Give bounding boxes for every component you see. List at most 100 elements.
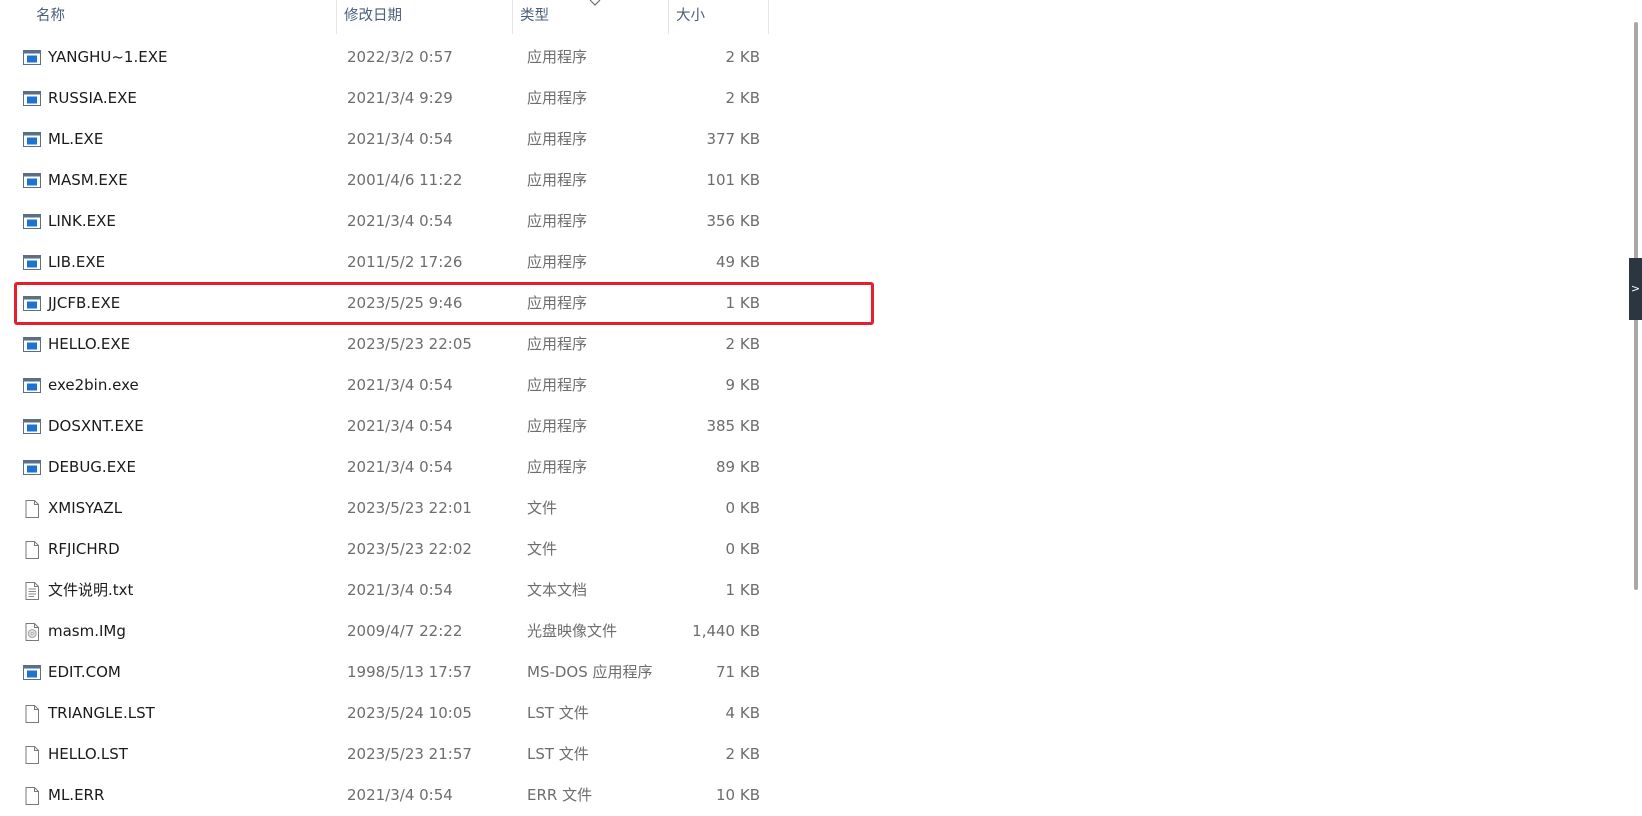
file-size: 2 KB [725,745,760,763]
file-size: 4 KB [725,704,760,722]
file-name[interactable]: exe2bin.exe [48,365,139,406]
file-row[interactable]: HELLO.LST 2023/5/23 21:57 LST 文件 2 KB [0,734,800,775]
application-icon [22,335,42,355]
file-row[interactable]: RFJICHRD 2023/5/23 22:02 文件 0 KB [0,529,800,570]
column-header-size[interactable]: 大小 [668,0,768,34]
file-type: 应用程序 [527,335,588,353]
file-size: 0 KB [725,540,760,558]
file-list: YANGHU~1.EXE 2022/3/2 0:57 应用程序 2 KB RUSSIA.… [0,37,800,816]
vertical-scrollbar[interactable] [1628,0,1642,816]
file-row[interactable]: HELLO.EXE 2023/5/23 22:05 应用程序 2 KB [0,324,800,365]
file-type: 光盘映像文件 [527,622,618,640]
file-row[interactable]: RUSSIA.EXE 2021/3/4 9:29 应用程序 2 KB [0,78,800,119]
file-modified-date: 2023/5/23 22:01 [347,499,472,517]
file-size: 356 KB [706,212,760,230]
file-name[interactable]: MASM.EXE [48,160,128,201]
file-row[interactable]: masm.IMg 2009/4/7 22:22 光盘映像文件 1,440 KB [0,611,800,652]
file-size: 0 KB [725,499,760,517]
file-row[interactable]: 文件说明.txt 2021/3/4 0:54 文本文档 1 KB [0,570,800,611]
file-type: ERR 文件 [527,786,593,804]
file-modified-date: 2011/5/2 17:26 [347,253,463,271]
file-modified-date: 2021/3/4 0:54 [347,417,453,435]
file-name[interactable]: XMISYAZL [48,488,122,529]
file-name[interactable]: ML.ERR [48,775,104,816]
file-modified-date: 2021/3/4 0:54 [347,786,453,804]
column-header-name[interactable]: 名称 [28,0,336,34]
file-name[interactable]: YANGHU~1.EXE [48,37,167,78]
file-icon [22,499,42,519]
file-size: 1,440 KB [692,622,760,640]
file-row[interactable]: TRIANGLE.LST 2023/5/24 10:05 LST 文件 4 KB [0,693,800,734]
file-modified-date: 2023/5/24 10:05 [347,704,472,722]
file-size: 2 KB [725,89,760,107]
application-icon [22,417,42,437]
file-type: 文件 [527,499,558,517]
file-name[interactable]: ML.EXE [48,119,103,160]
file-modified-date: 1998/5/13 17:57 [347,663,472,681]
file-modified-date: 2009/4/7 22:22 [347,622,463,640]
file-name[interactable]: RFJICHRD [48,529,120,570]
file-row[interactable]: ML.ERR 2021/3/4 0:54 ERR 文件 10 KB [0,775,800,816]
file-name[interactable]: LIB.EXE [48,242,105,283]
text-document-icon [22,581,42,601]
file-size: 385 KB [706,417,760,435]
file-row[interactable]: EDIT.COM 1998/5/13 17:57 MS-DOS 应用程序 71 KB [0,652,800,693]
file-type: 文本文档 [527,581,588,599]
file-row[interactable]: DOSXNT.EXE 2021/3/4 0:54 应用程序 385 KB [0,406,800,447]
file-modified-date: 2021/3/4 9:29 [347,89,453,107]
side-panel-toggle[interactable]: > [1629,258,1642,320]
file-modified-date: 2023/5/23 22:05 [347,335,472,353]
file-modified-date: 2021/3/4 0:54 [347,581,453,599]
disc-image-icon [22,622,42,642]
application-icon [22,376,42,396]
file-size: 9 KB [725,376,760,394]
file-size: 2 KB [725,335,760,353]
file-name[interactable]: masm.IMg [48,611,126,652]
file-row[interactable]: DEBUG.EXE 2021/3/4 0:54 应用程序 89 KB [0,447,800,488]
application-icon [22,458,42,478]
file-modified-date: 2023/5/23 22:02 [347,540,472,558]
file-row[interactable]: ML.EXE 2021/3/4 0:54 应用程序 377 KB [0,119,800,160]
sort-descending-icon [589,0,601,6]
column-header-bar: 名称 修改日期 类型 大小 [0,0,770,34]
file-type: 应用程序 [527,89,588,107]
file-modified-date: 2021/3/4 0:54 [347,458,453,476]
file-name[interactable]: HELLO.LST [48,734,128,775]
file-type: 应用程序 [527,171,588,189]
file-row[interactable]: LIB.EXE 2011/5/2 17:26 应用程序 49 KB [0,242,800,283]
file-name[interactable]: DEBUG.EXE [48,447,136,488]
file-row[interactable]: exe2bin.exe 2021/3/4 0:54 应用程序 9 KB [0,365,800,406]
file-type: 应用程序 [527,253,588,271]
file-name[interactable]: 文件说明.txt [48,570,133,611]
file-icon [22,745,42,765]
file-row[interactable]: XMISYAZL 2023/5/23 22:01 文件 0 KB [0,488,800,529]
file-name[interactable]: EDIT.COM [48,652,121,693]
column-header-date[interactable]: 修改日期 [336,0,512,34]
file-icon [22,704,42,724]
file-name[interactable]: HELLO.EXE [48,324,130,365]
file-name[interactable]: TRIANGLE.LST [48,693,155,734]
file-type: 应用程序 [527,212,588,230]
file-type: 应用程序 [527,130,588,148]
file-row[interactable]: YANGHU~1.EXE 2022/3/2 0:57 应用程序 2 KB [0,37,800,78]
file-size: 89 KB [716,458,760,476]
file-row[interactable]: MASM.EXE 2001/4/6 11:22 应用程序 101 KB [0,160,800,201]
application-icon [22,212,42,232]
file-type: LST 文件 [527,704,589,722]
file-type: MS-DOS 应用程序 [527,663,653,681]
application-icon [22,130,42,150]
file-size: 71 KB [716,663,760,681]
file-name[interactable]: RUSSIA.EXE [48,78,137,119]
file-name[interactable]: LINK.EXE [48,201,116,242]
highlight-box [14,282,874,325]
file-size: 10 KB [716,786,760,804]
file-type: 文件 [527,540,558,558]
column-divider[interactable] [768,0,769,34]
file-modified-date: 2001/4/6 11:22 [347,171,463,189]
file-size: 377 KB [706,130,760,148]
application-icon [22,663,42,683]
file-row[interactable]: LINK.EXE 2021/3/4 0:54 应用程序 356 KB [0,201,800,242]
file-type: LST 文件 [527,745,589,763]
file-name[interactable]: DOSXNT.EXE [48,406,144,447]
application-icon [22,48,42,68]
